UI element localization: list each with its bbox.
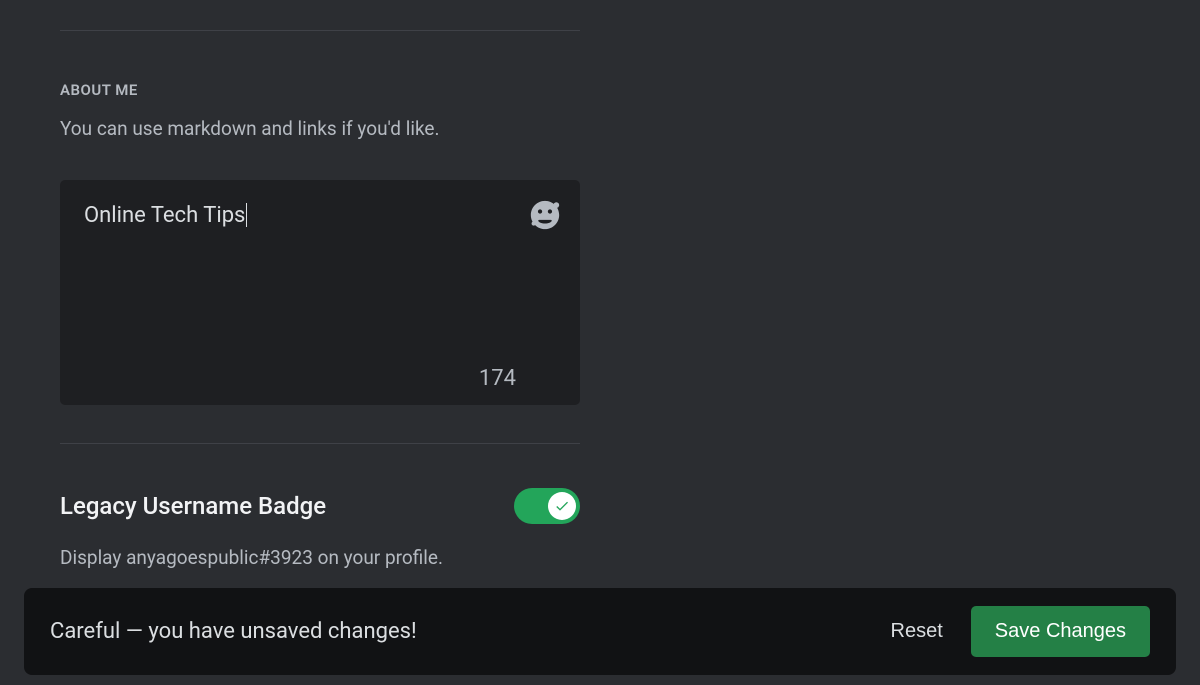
check-icon bbox=[554, 498, 570, 514]
legacy-badge-label: Legacy Username Badge bbox=[60, 492, 326, 520]
char-counter: 174 bbox=[84, 366, 556, 391]
unsaved-changes-bar: Careful — you have unsaved changes! Rese… bbox=[24, 588, 1176, 675]
emoji-picker-button[interactable] bbox=[527, 197, 563, 233]
about-me-description: You can use markdown and links if you'd … bbox=[60, 117, 1140, 140]
unsaved-message: Careful — you have unsaved changes! bbox=[50, 619, 417, 644]
section-divider bbox=[60, 443, 580, 444]
toggle-knob bbox=[548, 492, 576, 520]
about-me-textarea[interactable]: Online Tech Tips 174 bbox=[60, 180, 580, 405]
reset-button[interactable]: Reset bbox=[891, 620, 943, 643]
about-me-header: About Me bbox=[60, 81, 1140, 99]
section-divider bbox=[60, 30, 580, 31]
emoji-icon bbox=[528, 198, 562, 232]
legacy-badge-description: Display anyagoespublic#3923 on your prof… bbox=[60, 546, 1140, 569]
save-changes-button[interactable]: Save Changes bbox=[971, 606, 1150, 657]
about-me-text-content: Online Tech Tips bbox=[84, 202, 556, 366]
legacy-badge-toggle[interactable] bbox=[514, 488, 580, 524]
